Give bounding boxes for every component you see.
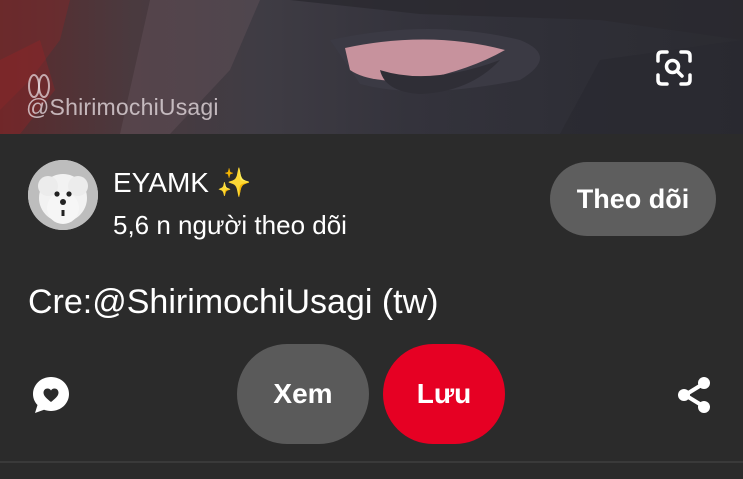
pin-closeup-screen: @ShirimochiUsagi EYAMK ✨ 5,6 n người the… bbox=[0, 0, 743, 479]
view-button[interactable]: Xem bbox=[237, 344, 369, 444]
pin-title: Cre:@ShirimochiUsagi (tw) bbox=[28, 283, 439, 321]
visual-search-button[interactable] bbox=[643, 42, 705, 94]
creator-name[interactable]: EYAMK ✨ bbox=[113, 166, 252, 199]
creator-avatar[interactable] bbox=[28, 160, 98, 230]
follow-button[interactable]: Theo dõi bbox=[550, 162, 716, 236]
share-button[interactable] bbox=[670, 372, 718, 418]
image-watermark: @ShirimochiUsagi bbox=[26, 94, 219, 120]
section-divider bbox=[0, 461, 743, 463]
comment-bubble-icon bbox=[33, 377, 69, 413]
save-button[interactable]: Lưu bbox=[383, 344, 505, 444]
visual-search-icon bbox=[656, 50, 692, 86]
avatar-image bbox=[28, 160, 98, 230]
follower-count: 5,6 n người theo dõi bbox=[113, 210, 347, 240]
comment-button[interactable] bbox=[28, 372, 74, 418]
pin-image[interactable]: @ShirimochiUsagi bbox=[0, 0, 743, 134]
share-icon bbox=[678, 377, 710, 413]
